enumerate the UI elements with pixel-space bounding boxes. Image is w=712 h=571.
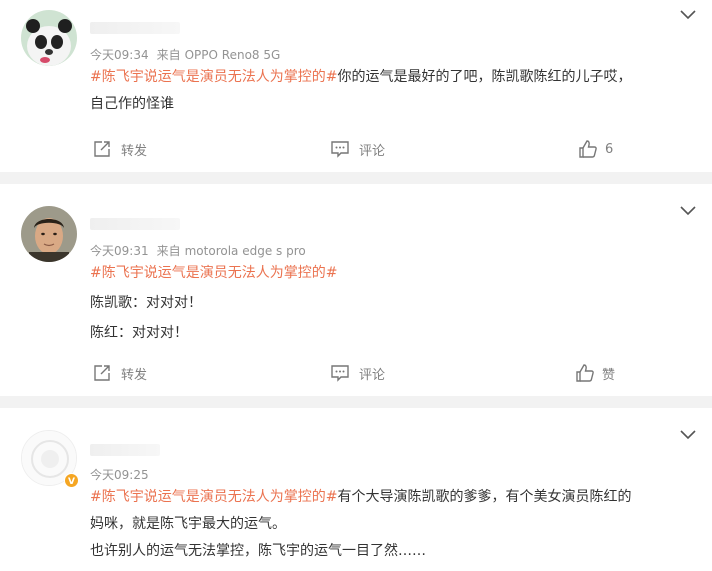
comment-body: 你的运气是最好的了吧，陈凯歌陈红的儿子哎， (337, 69, 632, 85)
chevron-down-icon[interactable] (680, 430, 696, 440)
avatar[interactable] (21, 10, 77, 66)
device-source: OPPO Reno8 5G (184, 48, 281, 62)
comment-label: 评论 (359, 367, 386, 383)
comment-item: 今天09:34 来自 OPPO Reno8 5G #陈飞宇说运气是演员无法人为掌控的… (0, 0, 712, 172)
repost-button[interactable]: 转发 (92, 362, 147, 384)
action-bar: 转发 评论 6 (0, 138, 712, 160)
source-prefix: 来自 (156, 48, 181, 62)
thumbs-up-icon (579, 140, 597, 158)
comment-text: #陈飞宇说运气是演员无法人为掌控的# 陈凯歌：对对对！ 陈红：对对对！ (90, 260, 695, 347)
hashtag-link[interactable]: #陈飞宇说运气是演员无法人为掌控的# (90, 69, 337, 85)
like-button[interactable]: 6 (578, 138, 613, 160)
comment-icon (331, 141, 349, 158)
comment-line: 也许别人的运气无法掌控，陈飞宇的运气一目了然…… (90, 543, 426, 559)
device-source: motorola edge s pro (184, 244, 306, 258)
comment-button[interactable]: 评论 (330, 138, 385, 160)
separator (0, 172, 712, 184)
repost-icon (94, 141, 110, 157)
chevron-down-icon[interactable] (680, 10, 696, 20)
like-label: 赞 (602, 367, 616, 383)
post-meta: 今天09:31 来自 motorola edge s pro (90, 244, 306, 258)
comment-body: 有个大导演陈凯歌的爹爹，有个美女演员陈红的 (337, 489, 632, 505)
hashtag-link[interactable]: #陈飞宇说运气是演员无法人为掌控的# (90, 265, 337, 281)
post-time: 今天09:25 (90, 468, 149, 482)
comment-feed: 今天09:34 来自 OPPO Reno8 5G #陈飞宇说运气是演员无法人为掌控的… (0, 0, 712, 571)
repost-button[interactable]: 转发 (92, 138, 147, 160)
like-button[interactable]: 赞 (575, 362, 615, 384)
comment-text: #陈飞宇说运气是演员无法人为掌控的#你的运气是最好的了吧，陈凯歌陈红的儿子哎， … (90, 64, 695, 118)
comment-line: 妈咪，就是陈飞宇最大的运气。 (90, 516, 286, 532)
comment-text: #陈飞宇说运气是演员无法人为掌控的#有个大导演陈凯歌的爹爹，有个美女演员陈红的 … (90, 484, 695, 565)
post-time: 今天09:34 (90, 48, 149, 62)
comment-item: V 今天09:25 #陈飞宇说运气是演员无法人为掌控的#有个大导演陈凯歌的爹爹，… (0, 408, 712, 571)
post-time: 今天09:31 (90, 244, 149, 258)
chevron-down-icon[interactable] (680, 206, 696, 216)
separator (0, 396, 712, 408)
source-prefix: 来自 (156, 244, 181, 258)
repost-icon (94, 365, 110, 381)
repost-label: 转发 (121, 143, 148, 159)
post-meta: 今天09:25 (90, 468, 149, 482)
svg-text:V: V (68, 477, 75, 487)
action-bar: 转发 评论 赞 (0, 362, 712, 384)
thumbs-up-icon (576, 364, 594, 382)
avatar[interactable] (21, 206, 77, 262)
hashtag-link[interactable]: #陈飞宇说运气是演员无法人为掌控的# (90, 489, 337, 505)
comment-button[interactable]: 评论 (330, 362, 385, 384)
comment-line: 陈凯歌：对对对！ (90, 295, 202, 311)
comment-line: 自己作的怪谁 (90, 96, 174, 112)
comment-label: 评论 (359, 143, 386, 159)
verified-badge-icon: V (64, 473, 79, 488)
username-placeholder[interactable] (90, 22, 180, 34)
comment-line: 陈红：对对对！ (90, 325, 188, 341)
username-placeholder[interactable] (90, 444, 160, 456)
post-meta: 今天09:34 来自 OPPO Reno8 5G (90, 48, 280, 62)
comment-item: 今天09:31 来自 motorola edge s pro #陈飞宇说运气是演员无… (0, 184, 712, 396)
username-placeholder[interactable] (90, 218, 180, 230)
repost-label: 转发 (121, 367, 148, 383)
like-count: 6 (605, 141, 614, 157)
comment-icon (331, 365, 349, 382)
